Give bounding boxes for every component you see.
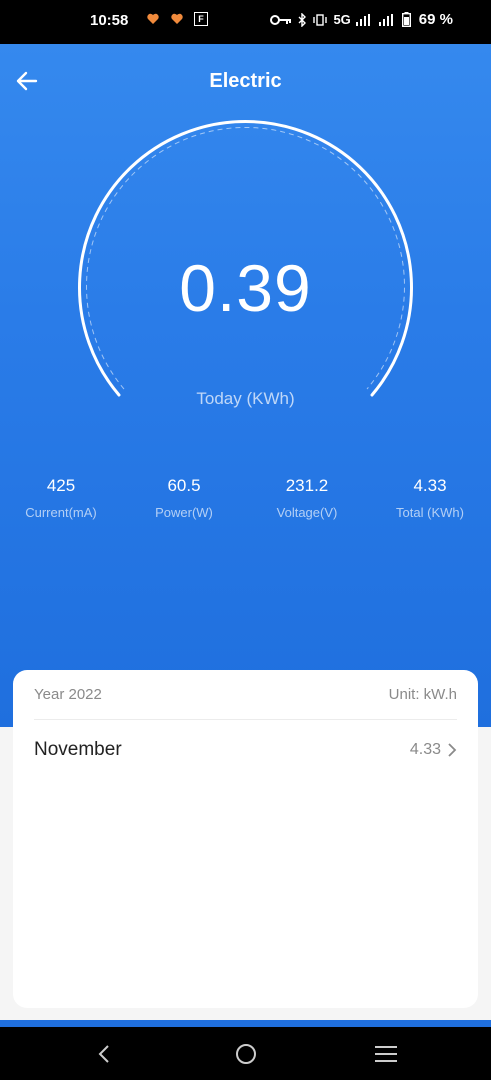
hero-panel: Electric 0.39 Today (KWh) 425 Current(mA… <box>0 44 491 727</box>
records-card: Year 2022 Unit: kW.h November 4.33 <box>13 670 478 1008</box>
month-value: 4.33 <box>409 741 441 758</box>
stats-row: 425 Current(mA) 60.5 Power(W) 231.2 Volt… <box>0 476 491 536</box>
battery-percent: 69 % <box>418 11 453 28</box>
year-label[interactable]: Year 2022 <box>34 686 102 703</box>
today-energy-label: Today (KWh) <box>196 389 295 408</box>
bluetooth-icon <box>298 12 307 27</box>
stat-label: Total (KWh) <box>396 505 464 520</box>
status-right: 5G 69 % <box>270 11 453 28</box>
stat-current: 425 Current(mA) <box>6 476 116 520</box>
heart-notification-icon <box>147 13 159 24</box>
heart-notification-icon <box>171 13 183 24</box>
nav-recents-button[interactable] <box>356 1027 416 1080</box>
network-type: 5G <box>333 12 351 27</box>
status-time: 10:58 <box>90 12 129 29</box>
signal-icon <box>355 13 370 26</box>
stat-label: Power(W) <box>155 505 213 520</box>
home-circle-icon <box>236 1043 256 1064</box>
notification-icons: F <box>146 12 208 26</box>
nav-back-button[interactable] <box>74 1027 134 1080</box>
stat-value: 4.33 <box>413 476 447 495</box>
gauge-ring <box>78 120 413 397</box>
bottom-strip <box>0 1020 491 1027</box>
today-energy-value: 0.39 <box>179 251 312 325</box>
nav-home-button[interactable] <box>216 1027 276 1080</box>
system-nav-bar <box>0 1027 491 1080</box>
f-notification-icon: F <box>194 12 208 26</box>
signal-icon <box>378 13 393 26</box>
key-icon <box>270 14 292 25</box>
chevron-right-icon <box>448 743 457 757</box>
stat-total: 4.33 Total (KWh) <box>375 476 485 520</box>
unit-label: Unit: kW.h <box>388 686 457 703</box>
list-item[interactable]: November 4.33 <box>34 728 457 772</box>
stat-value: 425 <box>46 476 76 495</box>
stat-label: Current(mA) <box>25 505 97 520</box>
status-bar: 10:58 F 5G 69 % <box>0 0 491 44</box>
stat-label: Voltage(V) <box>276 505 338 520</box>
records-header: Year 2022 Unit: kW.h <box>34 670 457 720</box>
menu-lines-icon <box>375 1045 397 1062</box>
battery-icon <box>401 12 411 27</box>
month-name: November <box>34 739 122 760</box>
stat-voltage: 231.2 Voltage(V) <box>252 476 362 520</box>
stat-power: 60.5 Power(W) <box>129 476 239 520</box>
back-triangle-icon <box>98 1044 109 1063</box>
vibrate-icon <box>313 13 328 26</box>
stat-value: 60.5 <box>167 476 201 495</box>
stat-value: 231.2 <box>285 476 329 495</box>
